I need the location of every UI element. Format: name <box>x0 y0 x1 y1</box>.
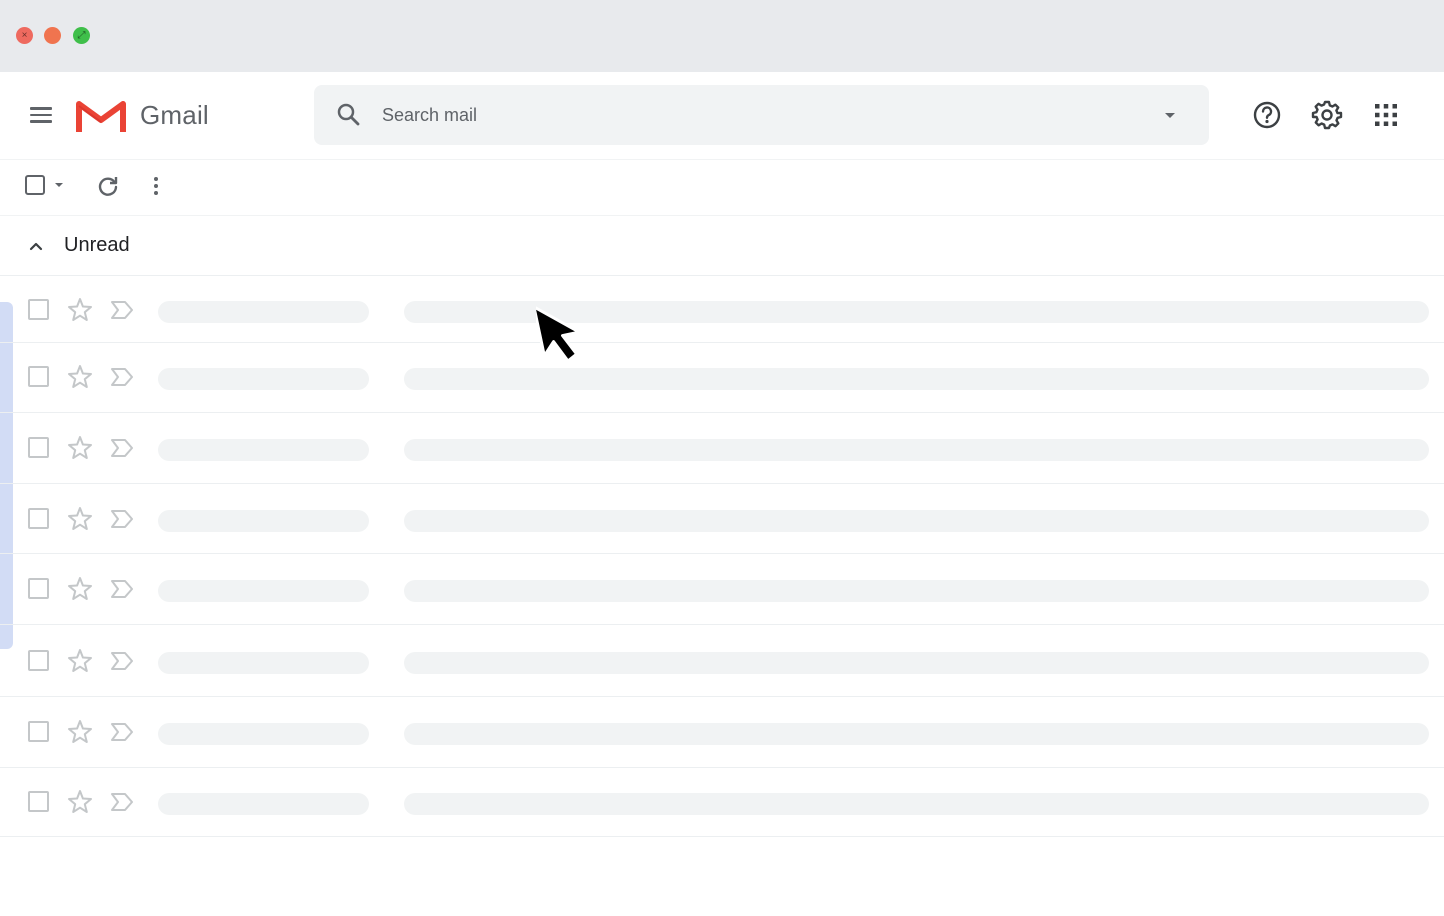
search-input[interactable] <box>382 95 1142 135</box>
row-checkbox[interactable] <box>28 791 49 812</box>
star-icon[interactable] <box>66 296 94 324</box>
brand-name: Gmail <box>140 100 209 130</box>
select-options-caret-icon[interactable] <box>52 180 66 190</box>
table-row[interactable] <box>0 768 1444 837</box>
subject-placeholder <box>404 439 1429 461</box>
unread-section-header[interactable]: Unread <box>0 216 1444 276</box>
menu-icon-bar <box>30 113 52 117</box>
window-minimize-button[interactable] <box>44 27 61 44</box>
importance-marker-icon[interactable] <box>108 789 136 815</box>
table-row[interactable] <box>0 484 1444 554</box>
message-list <box>0 276 1444 837</box>
apps-grid-icon[interactable] <box>1369 98 1403 132</box>
sender-placeholder <box>158 793 369 815</box>
settings-gear-icon[interactable] <box>1310 98 1344 132</box>
importance-marker-icon[interactable] <box>108 576 136 602</box>
subject-placeholder <box>404 510 1429 532</box>
row-checkbox[interactable] <box>28 437 49 458</box>
menu-icon-bar <box>30 120 52 123</box>
star-icon[interactable] <box>66 575 94 603</box>
chevron-up-icon[interactable] <box>26 236 46 256</box>
app-header: Gmail <box>0 72 1444 160</box>
refresh-icon[interactable] <box>95 173 121 199</box>
table-row[interactable] <box>0 343 1444 413</box>
search-options-dropdown-icon[interactable] <box>1156 103 1184 127</box>
window-close-button[interactable]: × <box>16 27 33 44</box>
importance-marker-icon[interactable] <box>108 506 136 532</box>
help-icon[interactable] <box>1250 98 1284 132</box>
window-maximize-button[interactable]: ⤢ <box>73 27 90 44</box>
sender-placeholder <box>158 723 369 745</box>
select-all-checkbox[interactable] <box>25 175 45 195</box>
importance-marker-icon[interactable] <box>108 435 136 461</box>
table-row[interactable] <box>0 413 1444 484</box>
window-titlebar: × ⤢ <box>0 0 1444 72</box>
mouse-pointer-icon <box>536 305 581 363</box>
sender-placeholder <box>158 368 369 390</box>
main-menu-button[interactable] <box>22 96 60 134</box>
sender-placeholder <box>158 301 369 323</box>
close-icon: × <box>21 30 28 41</box>
table-row[interactable] <box>0 697 1444 768</box>
row-checkbox[interactable] <box>28 299 49 320</box>
importance-marker-icon[interactable] <box>108 364 136 390</box>
subject-placeholder <box>404 793 1429 815</box>
star-icon[interactable] <box>66 505 94 533</box>
importance-marker-icon[interactable] <box>108 297 136 323</box>
table-row[interactable] <box>0 276 1444 343</box>
maximize-icon: ⤢ <box>77 30 86 41</box>
more-options-icon[interactable] <box>144 173 168 199</box>
search-icon[interactable] <box>336 102 362 128</box>
star-icon[interactable] <box>66 788 94 816</box>
row-checkbox[interactable] <box>28 721 49 742</box>
minimize-icon <box>44 27 61 44</box>
table-row[interactable] <box>0 625 1444 697</box>
row-checkbox[interactable] <box>28 650 49 671</box>
mail-toolbar <box>0 160 1444 216</box>
importance-marker-icon[interactable] <box>108 719 136 745</box>
subject-placeholder <box>404 580 1429 602</box>
sender-placeholder <box>158 652 369 674</box>
subject-placeholder <box>404 723 1429 745</box>
sender-placeholder <box>158 580 369 602</box>
star-icon[interactable] <box>66 434 94 462</box>
importance-marker-icon[interactable] <box>108 648 136 674</box>
star-icon[interactable] <box>66 363 94 391</box>
row-checkbox[interactable] <box>28 578 49 599</box>
sender-placeholder <box>158 510 369 532</box>
menu-icon-bar <box>30 107 52 110</box>
star-icon[interactable] <box>66 718 94 746</box>
search-bar[interactable] <box>314 85 1209 145</box>
sender-placeholder <box>158 439 369 461</box>
gmail-logo-icon[interactable] <box>76 98 126 134</box>
subject-placeholder <box>404 652 1429 674</box>
row-checkbox[interactable] <box>28 366 49 387</box>
section-title: Unread <box>64 234 130 256</box>
star-icon[interactable] <box>66 647 94 675</box>
table-row[interactable] <box>0 554 1444 625</box>
row-checkbox[interactable] <box>28 508 49 529</box>
